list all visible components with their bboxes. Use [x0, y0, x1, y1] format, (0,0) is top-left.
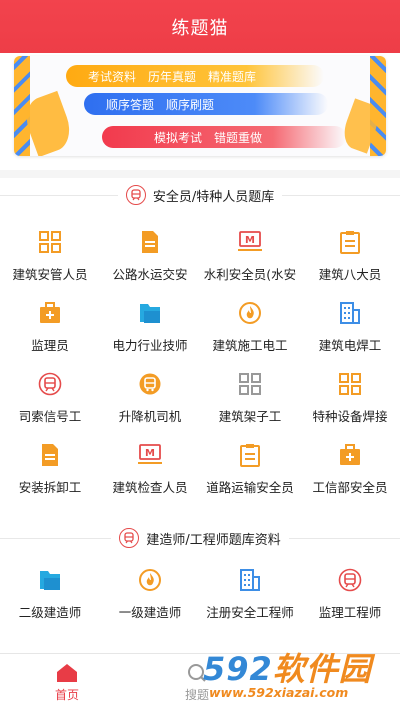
exam-category-item[interactable]: 特种设备焊接	[300, 367, 400, 438]
clipboard-icon	[237, 442, 263, 468]
grid-icon	[237, 371, 263, 397]
exam-category-item[interactable]: 升降机司机	[100, 367, 200, 438]
section-header-safety: 安全员/特种人员题库	[0, 181, 400, 209]
exam-category-item[interactable]: 建筑八大员	[300, 225, 400, 296]
m-card-icon: M	[137, 442, 163, 468]
section-title: 建造师/工程师题库资料	[146, 532, 281, 548]
exam-category-item[interactable]: 公路水运交安	[100, 225, 200, 296]
folder-icon	[137, 300, 163, 326]
tab-search[interactable]: 搜题	[165, 654, 229, 711]
exam-category-item[interactable]: M 建筑检查人员	[100, 438, 200, 509]
grid-icon	[37, 229, 63, 255]
section-title: 安全员/特种人员题库	[152, 189, 275, 205]
safety-exam-grid: 建筑安管人员 公路水运交安 M 水利安全员(水安 建筑八大员监理员 电力行业技师 建筑施工电…	[0, 225, 400, 509]
exam-category-label: 电力行业技师	[112, 338, 188, 353]
exam-category-label: 工信部安全员	[312, 480, 388, 495]
exam-category-item[interactable]: 工信部安全员	[300, 438, 400, 509]
banner-text: 模拟考试	[154, 130, 203, 145]
document-icon	[37, 442, 63, 468]
banner-text: 顺序刷题	[166, 97, 215, 112]
medical-box-icon	[337, 442, 363, 468]
search-icon	[188, 664, 206, 682]
exam-category-label: 注册安全工程师	[206, 605, 294, 620]
exam-category-item[interactable]: 司索信号工	[0, 367, 100, 438]
exam-category-label: 一级建造师	[118, 605, 182, 620]
exam-category-label: 监理员	[31, 338, 69, 353]
app-header: 练题猫	[0, 0, 400, 53]
exam-category-item[interactable]: 电力行业技师	[100, 296, 200, 367]
tab-home-label: 首页	[54, 688, 79, 702]
exam-category-label: 特种设备焊接	[312, 409, 388, 424]
tab-search-label: 搜题	[184, 688, 209, 702]
banner-stripe-left	[14, 56, 30, 156]
exam-category-label: 公路水运交安	[112, 267, 188, 282]
section-header-engineer: 建造师/工程师题库资料	[0, 524, 400, 552]
banner-row-2: 顺序答题 顺序刷题	[84, 93, 328, 115]
exam-category-label: 二级建造师	[18, 605, 82, 620]
exam-category-item[interactable]: 监理员	[0, 296, 100, 367]
exam-category-item[interactable]: 一级建造师	[100, 563, 200, 634]
document-icon	[137, 229, 163, 255]
exam-category-label: 建筑电焊工	[318, 338, 382, 353]
home-icon	[57, 664, 77, 682]
bottom-tab-bar: 首页 搜题	[0, 653, 400, 711]
page-title: 练题猫	[171, 17, 229, 39]
banner-text: 顺序答题	[106, 97, 155, 112]
building-icon	[237, 567, 263, 593]
train-icon	[125, 185, 146, 205]
exam-category-label: 建筑架子工	[218, 409, 282, 424]
exam-category-label: 建筑安管人员	[12, 267, 88, 282]
exam-category-label: 监理工程师	[318, 605, 382, 620]
exam-category-item[interactable]: 安装拆卸工	[0, 438, 100, 509]
exam-category-item[interactable]: 建筑架子工	[200, 367, 300, 438]
exam-category-label: 道路运输安全员	[206, 480, 294, 495]
building-icon	[337, 300, 363, 326]
exam-category-label: 升降机司机	[118, 409, 182, 424]
promo-banner[interactable]: 考试资料 历年真题 精准题库 顺序答题 顺序刷题 模拟考试 错题重做	[14, 56, 386, 156]
section-divider	[0, 170, 400, 178]
exam-category-item[interactable]: 道路运输安全员	[200, 438, 300, 509]
exam-category-item[interactable]: 二级建造师	[0, 563, 100, 634]
banner-text: 精准题库	[208, 69, 257, 84]
fire-icon	[137, 567, 163, 593]
exam-category-label: 建筑施工电工	[212, 338, 288, 353]
exam-category-label: 建筑八大员	[318, 267, 382, 282]
clipboard-icon	[337, 229, 363, 255]
exam-category-item[interactable]: 建筑电焊工	[300, 296, 400, 367]
folder-icon	[37, 567, 63, 593]
exam-category-item[interactable]: 注册安全工程师	[200, 563, 300, 634]
banner-text: 考试资料	[88, 69, 137, 84]
banner-row-1: 考试资料 历年真题 精准题库	[66, 65, 324, 87]
bus-icon	[137, 371, 163, 397]
train-icon	[337, 567, 363, 593]
app-root: 练题猫 考试资料 历年真题 精准题库 顺序答题 顺序刷题 模拟考试 错题重做 安…	[0, 0, 400, 711]
fire-icon	[237, 300, 263, 326]
exam-category-item[interactable]: 监理工程师	[300, 563, 400, 634]
grid-icon	[337, 371, 363, 397]
exam-category-label: 安装拆卸工	[18, 480, 82, 495]
engineer-exam-grid: 二级建造师 一级建造师 注册安全工程师 监理工程师	[0, 563, 400, 634]
tab-home[interactable]: 首页	[35, 654, 99, 711]
svg-text:M: M	[145, 448, 155, 459]
exam-category-item[interactable]: 建筑安管人员	[0, 225, 100, 296]
banner-row-3: 模拟考试 错题重做	[102, 126, 346, 148]
exam-category-item[interactable]: 建筑施工电工	[200, 296, 300, 367]
train-icon	[119, 528, 140, 548]
banner-text: 历年真题	[148, 69, 197, 84]
exam-category-label: 水利安全员(水安	[203, 267, 297, 282]
medical-box-icon	[37, 300, 63, 326]
train-icon	[37, 371, 63, 397]
exam-category-label: 司索信号工	[18, 409, 82, 424]
exam-category-item[interactable]: M 水利安全员(水安	[200, 225, 300, 296]
m-card-icon: M	[237, 229, 263, 255]
exam-category-label: 建筑检查人员	[112, 480, 188, 495]
svg-text:M: M	[245, 235, 255, 246]
banner-text: 错题重做	[214, 130, 263, 145]
